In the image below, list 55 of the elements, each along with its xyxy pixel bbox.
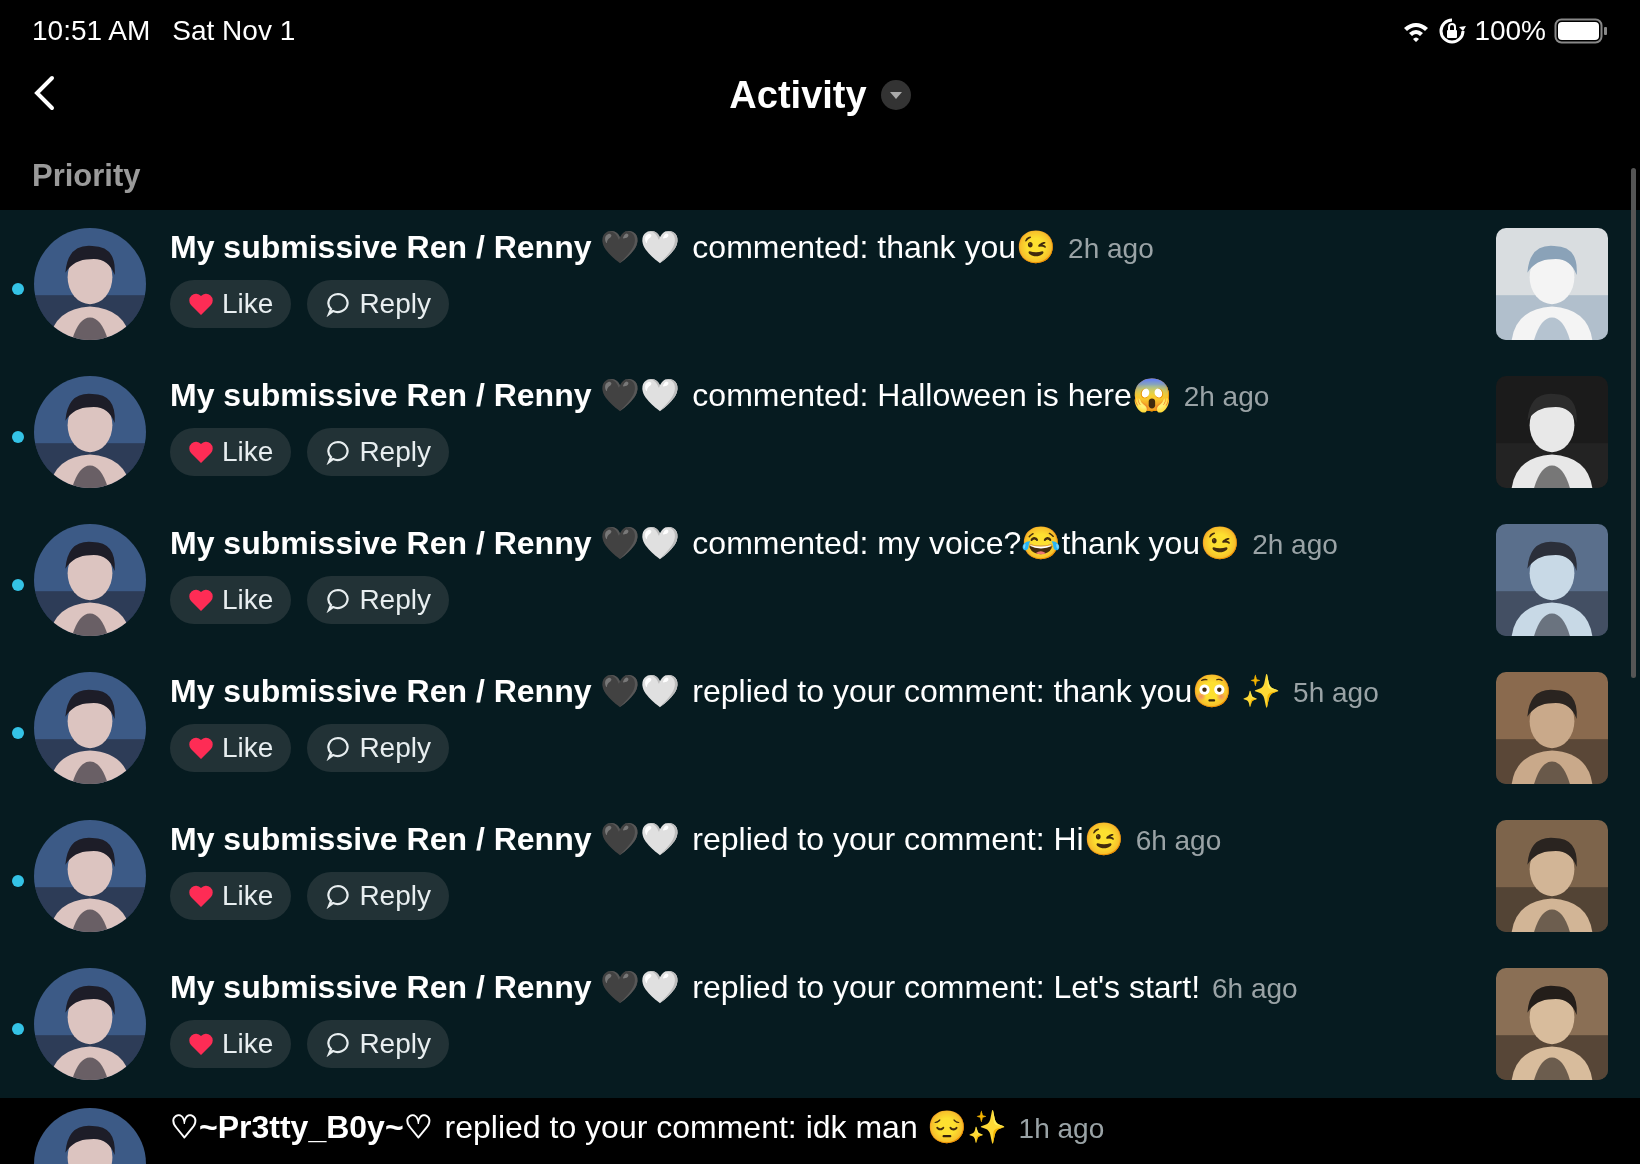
- timestamp: 5h ago: [1293, 677, 1379, 709]
- timestamp: 2h ago: [1252, 529, 1338, 561]
- speech-bubble-icon: [325, 291, 352, 317]
- page-title: Activity: [729, 73, 867, 117]
- user-name[interactable]: My submissive Ren / Renny 🖤🤍: [170, 376, 681, 414]
- wifi-icon: [1402, 20, 1431, 42]
- activity-text: commented: thank you😉: [692, 228, 1057, 266]
- speech-bubble-icon: [325, 735, 352, 761]
- heart-icon: [188, 440, 214, 464]
- rotation-lock-icon: [1438, 17, 1467, 45]
- heart-icon: [188, 588, 214, 612]
- timestamp: 6h ago: [1135, 825, 1222, 857]
- dropdown-icon[interactable]: [880, 80, 911, 110]
- scrollbar[interactable]: [1631, 168, 1636, 678]
- timestamp: 1h ago: [1018, 1113, 1105, 1145]
- reply-button[interactable]: Reply: [307, 724, 449, 772]
- heart-icon: [188, 1032, 214, 1056]
- user-name[interactable]: ♡~Pr3tty_B0y~♡: [170, 1108, 433, 1146]
- like-button[interactable]: Like: [170, 428, 292, 476]
- activity-text: replied to your comment: thank you😳 ✨: [692, 672, 1282, 710]
- activity-text: replied to your comment: idk man 😔✨: [444, 1108, 1007, 1146]
- section-title: Priority: [31, 157, 142, 195]
- timestamp: 2h ago: [1068, 233, 1154, 265]
- heart-icon: [188, 736, 214, 760]
- timestamp: 6h ago: [1212, 973, 1298, 1005]
- like-button[interactable]: Like: [170, 872, 292, 920]
- speech-bubble-icon: [325, 587, 352, 613]
- heart-icon: [188, 292, 214, 316]
- user-name[interactable]: My submissive Ren / Renny 🖤🤍: [170, 820, 681, 858]
- like-button[interactable]: Like: [170, 1020, 292, 1068]
- reply-button[interactable]: Reply: [307, 280, 449, 328]
- activity-text: commented: my voice?😂thank you😉: [692, 524, 1241, 562]
- heart-icon: [188, 884, 214, 908]
- reply-button[interactable]: Reply: [307, 576, 449, 624]
- user-name[interactable]: My submissive Ren / Renny 🖤🤍: [170, 968, 681, 1006]
- activity-text: replied to your comment: Let's start!: [692, 969, 1200, 1006]
- like-button[interactable]: Like: [170, 576, 292, 624]
- speech-bubble-icon: [325, 439, 352, 465]
- status-date: Sat Nov 1: [172, 15, 296, 47]
- status-time: 10:51 AM: [32, 15, 151, 47]
- speech-bubble-icon: [325, 883, 352, 909]
- user-name[interactable]: My submissive Ren / Renny 🖤🤍: [170, 228, 681, 266]
- speech-bubble-icon: [325, 1031, 352, 1057]
- user-name[interactable]: My submissive Ren / Renny 🖤🤍: [170, 672, 681, 710]
- reply-button[interactable]: Reply: [307, 428, 449, 476]
- reply-button[interactable]: Reply: [307, 1020, 449, 1068]
- battery-percent: 100%: [1474, 15, 1546, 47]
- timestamp: 2h ago: [1183, 381, 1270, 413]
- like-button[interactable]: Like: [170, 280, 292, 328]
- reply-button[interactable]: Reply: [307, 872, 449, 920]
- activity-text: replied to your comment: Hi😉: [692, 820, 1124, 858]
- activity-text: commented: Halloween is here😱: [692, 376, 1172, 414]
- like-button[interactable]: Like: [170, 724, 292, 772]
- user-name[interactable]: My submissive Ren / Renny 🖤🤍: [170, 524, 681, 562]
- battery-icon: [1554, 18, 1608, 44]
